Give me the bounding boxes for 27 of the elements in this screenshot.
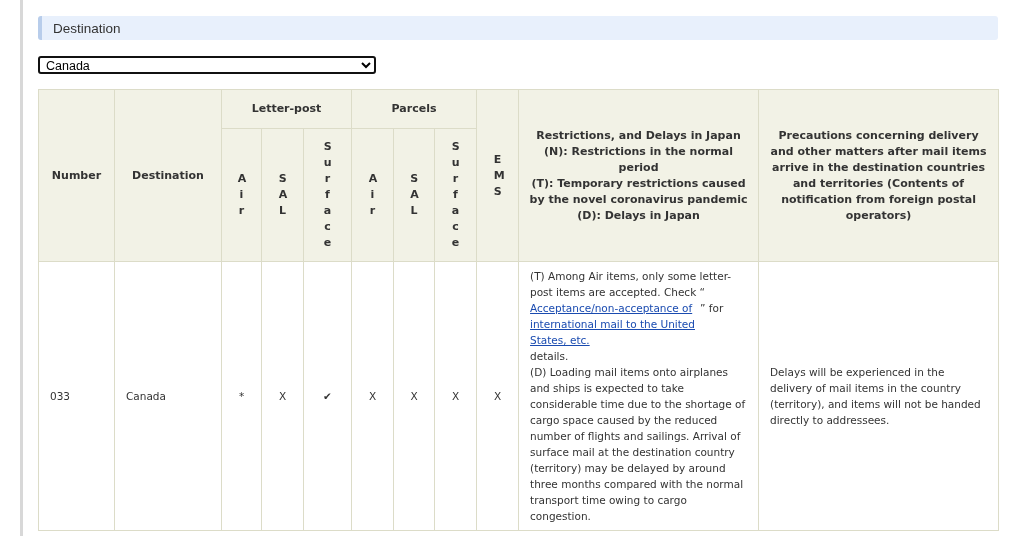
table-cell: ✔: [303, 261, 352, 531]
table-cell: Delays will be experienced in the delivery of mail items in the country (territory), and items will not be handed directly to addressees.: [758, 261, 999, 531]
table-cell: X: [351, 261, 394, 531]
column-header: Restrictions, and Delays in Japan (N): Restrictions in the normal period (T): Temporary restrictions caused by the novel coronavirus pandemic (D): Delays in Japan: [518, 89, 759, 262]
table-cell: *: [221, 261, 262, 531]
column-header: Surface: [434, 128, 477, 262]
column-header: Air: [221, 128, 262, 262]
column-header: EMS: [476, 89, 519, 262]
table-cell: 033: [38, 261, 115, 531]
column-group-header: Parcels: [351, 89, 477, 129]
table-cell: X: [434, 261, 477, 531]
column-header: SAL: [393, 128, 435, 262]
column-header: Number: [38, 89, 115, 262]
column-header: Air: [351, 128, 394, 262]
destination-select[interactable]: Canada: [38, 56, 376, 74]
restriction-text: (T) Among Air items, only some letter-post items are accepted. Check “ Acceptance/non-acceptance of international mail to the United States, etc. ” for details. (D) Loading mail items onto airplanes and ships is expected to take considerable time due to the shortage of cargo space caused by the reduced number of flights and sailings. Arrival of surface mail at the destination country (territory) may be delayed by around three months compared with the normal transport time owing to cargo congestion.: [530, 269, 747, 524]
link[interactable]: Acceptance/non-acceptance of international mail to the United States, etc.: [530, 300, 701, 348]
column-header: Precautions concerning delivery and other matters after mail items arrive in the destination countries and territories (Contents of notification from foreign postal operators): [758, 89, 999, 262]
table-cell: X: [261, 261, 304, 531]
column-header: Surface: [303, 128, 352, 262]
table-cell: X: [476, 261, 519, 531]
table-cell: Canada: [114, 261, 222, 531]
table-cell: X: [393, 261, 435, 531]
section-title: Destination: [53, 20, 121, 36]
column-group-header: Letter-post: [221, 89, 352, 129]
column-header: Destination: [114, 89, 222, 262]
column-header: SAL: [261, 128, 304, 262]
